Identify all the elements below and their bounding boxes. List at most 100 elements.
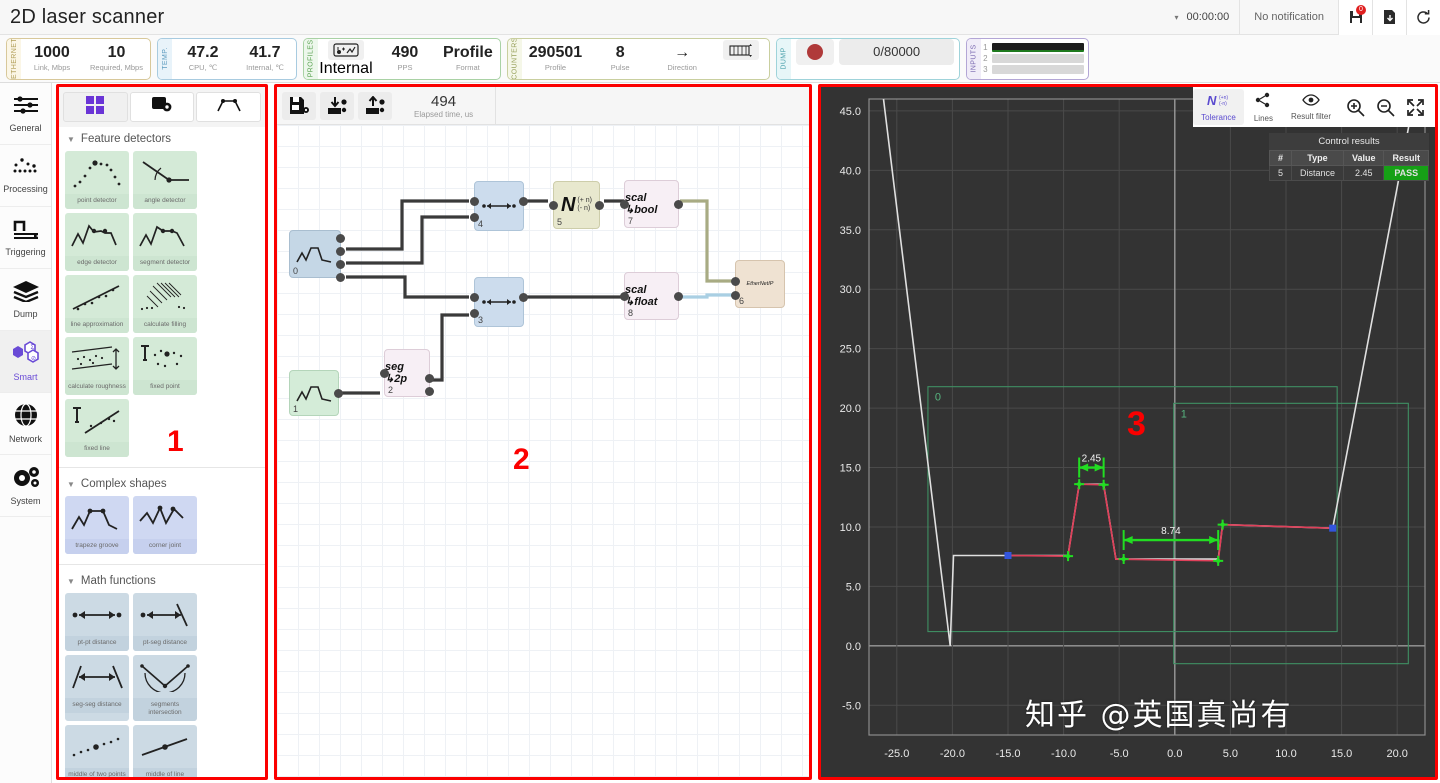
node-pt-pt-distance-4[interactable]: 4 xyxy=(474,181,524,231)
node-scal-bool-7[interactable]: scal ↳bool 7 xyxy=(624,180,679,228)
node-port[interactable] xyxy=(470,197,479,206)
sidebar-item-network[interactable]: Network xyxy=(0,393,51,455)
import-schema-button[interactable] xyxy=(320,92,354,120)
node-port[interactable] xyxy=(336,234,345,243)
section-header-feature-detectors[interactable]: ▼ Feature detectors xyxy=(59,127,265,151)
section-header-math-functions[interactable]: ▼ Math functions xyxy=(59,569,265,593)
tolerance-button[interactable]: N(+n)(-n) Tolerance xyxy=(1193,89,1244,125)
refresh-button[interactable] xyxy=(1406,0,1440,35)
tile-point-detector[interactable]: point detector xyxy=(65,151,129,209)
status-label: Format xyxy=(456,63,480,73)
node-port[interactable] xyxy=(519,293,528,302)
status-value: 290501 xyxy=(529,44,582,62)
tile-angle-detector[interactable]: angle detector xyxy=(133,151,197,209)
tile-fixed-point[interactable]: fixed point xyxy=(133,337,197,395)
lines-button[interactable]: Lines xyxy=(1246,89,1281,125)
node-port[interactable] xyxy=(519,197,528,206)
save-config-button[interactable]: 0 xyxy=(1338,0,1372,35)
node-seg-2p-2[interactable]: seg ↳2p 2 xyxy=(384,349,430,397)
node-profile-source-0[interactable]: 0 xyxy=(289,230,341,278)
y-axis-tick: 0.0 xyxy=(846,641,861,653)
sidebar-item-general[interactable]: General xyxy=(0,83,51,145)
x-axis-tick: -20.0 xyxy=(940,748,965,760)
tile-corner-joint[interactable]: corner joint xyxy=(133,496,197,554)
tile-calculate-filling[interactable]: calculate filling xyxy=(133,275,197,333)
sidebar-item-system[interactable]: System xyxy=(0,455,51,517)
control-results-title: Control results xyxy=(1269,133,1429,150)
sidebar-item-smart[interactable]: Σ⊘ Smart xyxy=(0,331,51,393)
chevron-down-icon[interactable]: ▾ xyxy=(1166,13,1186,22)
node-port[interactable] xyxy=(470,309,479,318)
globe-icon xyxy=(13,403,39,432)
node-port[interactable] xyxy=(336,260,345,269)
direction-arrow-icon: → xyxy=(674,44,690,62)
node-port[interactable] xyxy=(425,374,434,383)
node-port[interactable] xyxy=(549,201,558,210)
node-port[interactable] xyxy=(674,200,683,209)
tile-seg-seg-distance[interactable]: seg-seg distance xyxy=(65,655,129,721)
node-profile-source-1[interactable]: 1 xyxy=(289,370,339,416)
tile-trapeze-groove[interactable]: trapeze groove xyxy=(65,496,129,554)
dimension-annotation: 8.74 xyxy=(1124,526,1219,550)
node-port[interactable] xyxy=(620,292,629,301)
node-tolerance-5[interactable]: N (+ n)(- n) 5 xyxy=(553,181,600,229)
save-schema-button[interactable] xyxy=(282,92,316,120)
node-index: 1 xyxy=(293,404,298,414)
sidebar-item-label: System xyxy=(10,496,40,506)
svg-text:Σ: Σ xyxy=(30,345,34,351)
line-approximation-icon xyxy=(65,275,129,318)
node-port[interactable] xyxy=(334,389,343,398)
status-cell: 10 Required, Mbps xyxy=(83,39,150,79)
y-axis-tick: 15.0 xyxy=(840,463,861,475)
counter-reset-button[interactable] xyxy=(713,39,769,79)
table-row[interactable]: 5 Distance 2.45 PASS xyxy=(1269,166,1428,181)
tile-segment-detector[interactable]: segment detector xyxy=(133,213,197,271)
grid-tab[interactable] xyxy=(63,92,128,122)
tile-fixed-line[interactable]: fixed line xyxy=(65,399,129,457)
sidebar-item-processing[interactable]: Processing xyxy=(0,145,51,207)
node-port[interactable] xyxy=(620,200,629,209)
node-port[interactable] xyxy=(336,247,345,256)
tile-edge-detector[interactable]: edge detector xyxy=(65,213,129,271)
node-port[interactable] xyxy=(380,369,389,378)
node-port[interactable] xyxy=(336,273,345,282)
zoom-in-button[interactable] xyxy=(1341,89,1369,125)
elapsed-label: Elapsed time, us xyxy=(414,110,473,119)
zoom-out-button[interactable] xyxy=(1371,89,1399,125)
group-tab-label: INPUTS xyxy=(967,39,981,79)
result-filter-button[interactable]: Result filter xyxy=(1283,89,1339,125)
dump-record-button[interactable] xyxy=(796,39,834,65)
tile-pt-seg-distance[interactable]: pt-seg distance xyxy=(133,593,197,651)
graph-canvas[interactable]: 0 1 seg ↳2p 2 4 3 xyxy=(277,125,809,777)
node-port[interactable] xyxy=(470,213,479,222)
section-title: Complex shapes xyxy=(81,478,167,490)
tile-middle-line-segment[interactable]: middle of line segment xyxy=(133,725,197,777)
settings-tab[interactable] xyxy=(130,92,195,122)
status-cell: 490 PPS xyxy=(374,39,436,79)
node-port[interactable] xyxy=(595,201,604,210)
node-scal-float-8[interactable]: scal ↳float 8 xyxy=(624,272,679,320)
node-port[interactable] xyxy=(470,293,479,302)
group-tab-label: DUMP xyxy=(777,39,791,79)
section-header-complex-shapes[interactable]: ▼ Complex shapes xyxy=(59,472,265,496)
tile-pt-pt-distance[interactable]: pt-pt distance xyxy=(65,593,129,651)
sidebar-item-dump[interactable]: Dump xyxy=(0,269,51,331)
sidebar-item-triggering[interactable]: Triggering xyxy=(0,207,51,269)
export-schema-button[interactable] xyxy=(358,92,392,120)
node-port[interactable] xyxy=(674,292,683,301)
tile-caption: point detector xyxy=(65,194,129,209)
status-cell-internal[interactable]: Internal xyxy=(318,39,374,79)
download-config-button[interactable] xyxy=(1372,0,1406,35)
tile-calculate-roughness[interactable]: calculate roughness xyxy=(65,337,129,395)
node-port[interactable] xyxy=(731,277,740,286)
fit-screen-button[interactable] xyxy=(1401,89,1429,125)
profile-glyph-icon xyxy=(295,382,333,404)
profile-tab[interactable] xyxy=(196,92,261,122)
node-port[interactable] xyxy=(731,291,740,300)
tile-line-approximation[interactable]: line approximation xyxy=(65,275,129,333)
node-port[interactable] xyxy=(425,387,434,396)
node-pt-pt-distance-3[interactable]: 3 xyxy=(474,277,524,327)
node-ethernetip-6[interactable]: EtherNetIP 6 xyxy=(735,260,785,308)
tile-segments-intersection[interactable]: segments intersection xyxy=(133,655,197,721)
tile-middle-two-points[interactable]: middle of two points xyxy=(65,725,129,777)
